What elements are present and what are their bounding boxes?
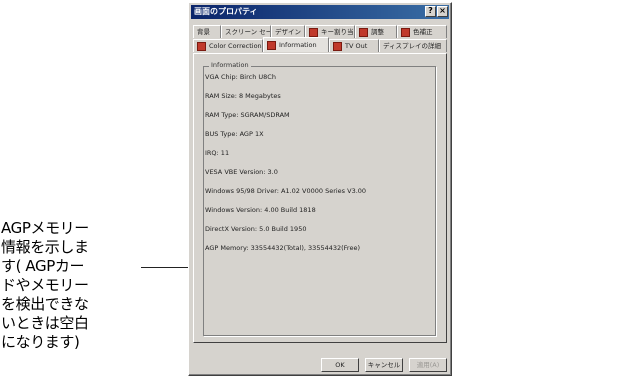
tab-tv-out[interactable]: TV Out <box>329 39 379 52</box>
tab-color-correction-jp[interactable]: 色補正 <box>397 25 447 38</box>
callout-line: になります) <box>1 333 80 351</box>
tab-label: デザイン <box>275 27 301 36</box>
tab-label: TV Out <box>345 41 368 50</box>
close-button[interactable]: × <box>437 6 448 17</box>
tab-app-icon <box>401 27 410 37</box>
info-bus-type: BUS Type: AGP 1X <box>205 130 264 138</box>
info-windows-version: Windows Version: 4.00 Build 1818 <box>205 206 316 214</box>
tab-label: キー割り当て <box>321 27 354 36</box>
tab-label: 調整 <box>371 27 384 36</box>
info-irq: IRQ: 11 <box>205 149 230 157</box>
tab-color-correction[interactable]: Color Correction <box>193 39 263 52</box>
help-button[interactable]: ? <box>425 6 436 17</box>
tab-label: 背景 <box>197 27 210 36</box>
info-vesa-version: VESA VBE Version: 3.0 <box>205 168 278 176</box>
tab-app-icon <box>309 27 318 37</box>
callout-text: AGPメモリー 情報を示しま す( AGPカー ドやメモリー を検出できな いと… <box>1 219 135 352</box>
tab-label: スクリーン セーバー <box>225 27 271 36</box>
callout-line: 情報を示しま <box>1 238 89 256</box>
dialog-title: 画面のプロパティ <box>194 7 258 16</box>
information-group: Information <box>203 61 436 336</box>
tab-label: Color Correction <box>209 41 262 50</box>
info-driver: Windows 95/98 Driver: A1.02 V0000 Series… <box>205 187 367 195</box>
ok-button[interactable]: OK <box>321 358 359 372</box>
display-properties-dialog: 画面のプロパティ ? × 背景 スクリーン セーバー デザイン キー割り当て 調… <box>188 2 452 376</box>
tab-label: 色補正 <box>413 27 433 36</box>
apply-button[interactable]: 適用(A) <box>409 358 447 372</box>
tab-adjust[interactable]: 調整 <box>355 25 397 38</box>
callout-line: AGPメモリー <box>1 219 89 237</box>
info-vga-chip: VGA Chip: Birch U8Ch <box>205 73 276 81</box>
info-ram-size: RAM Size: 8 Megabytes <box>205 92 281 100</box>
tab-app-icon <box>267 40 276 50</box>
tab-label: Information <box>279 40 317 49</box>
group-label: Information <box>209 61 251 69</box>
tab-app-icon <box>333 41 342 51</box>
tab-app-icon <box>197 41 206 51</box>
info-ram-type: RAM Type: SGRAM/SDRAM <box>205 111 290 119</box>
callout-line: ドやメモリー <box>1 276 89 294</box>
tab-background[interactable]: 背景 <box>193 25 221 38</box>
tab-display-advanced[interactable]: ディスプレイの詳細 <box>379 39 447 52</box>
tab-label: ディスプレイの詳細 <box>383 41 442 50</box>
info-agp-memory: AGP Memory: 33554432(Total), 33554432(Fr… <box>205 244 360 252</box>
tab-row-2: Color Correction Information TV Out ディスプ… <box>193 37 447 52</box>
callout-line: いときは空白 <box>1 314 89 332</box>
dialog-titlebar[interactable]: 画面のプロパティ ? × <box>191 5 449 19</box>
info-directx-version: DirectX Version: 5.0 Build 1950 <box>205 225 307 233</box>
tab-app-icon <box>359 27 368 37</box>
callout-line: す( AGPカー <box>1 257 85 275</box>
cancel-button[interactable]: キャンセル <box>365 358 403 372</box>
tab-information[interactable]: Information <box>263 37 329 52</box>
callout-line: を検出できな <box>1 295 89 313</box>
